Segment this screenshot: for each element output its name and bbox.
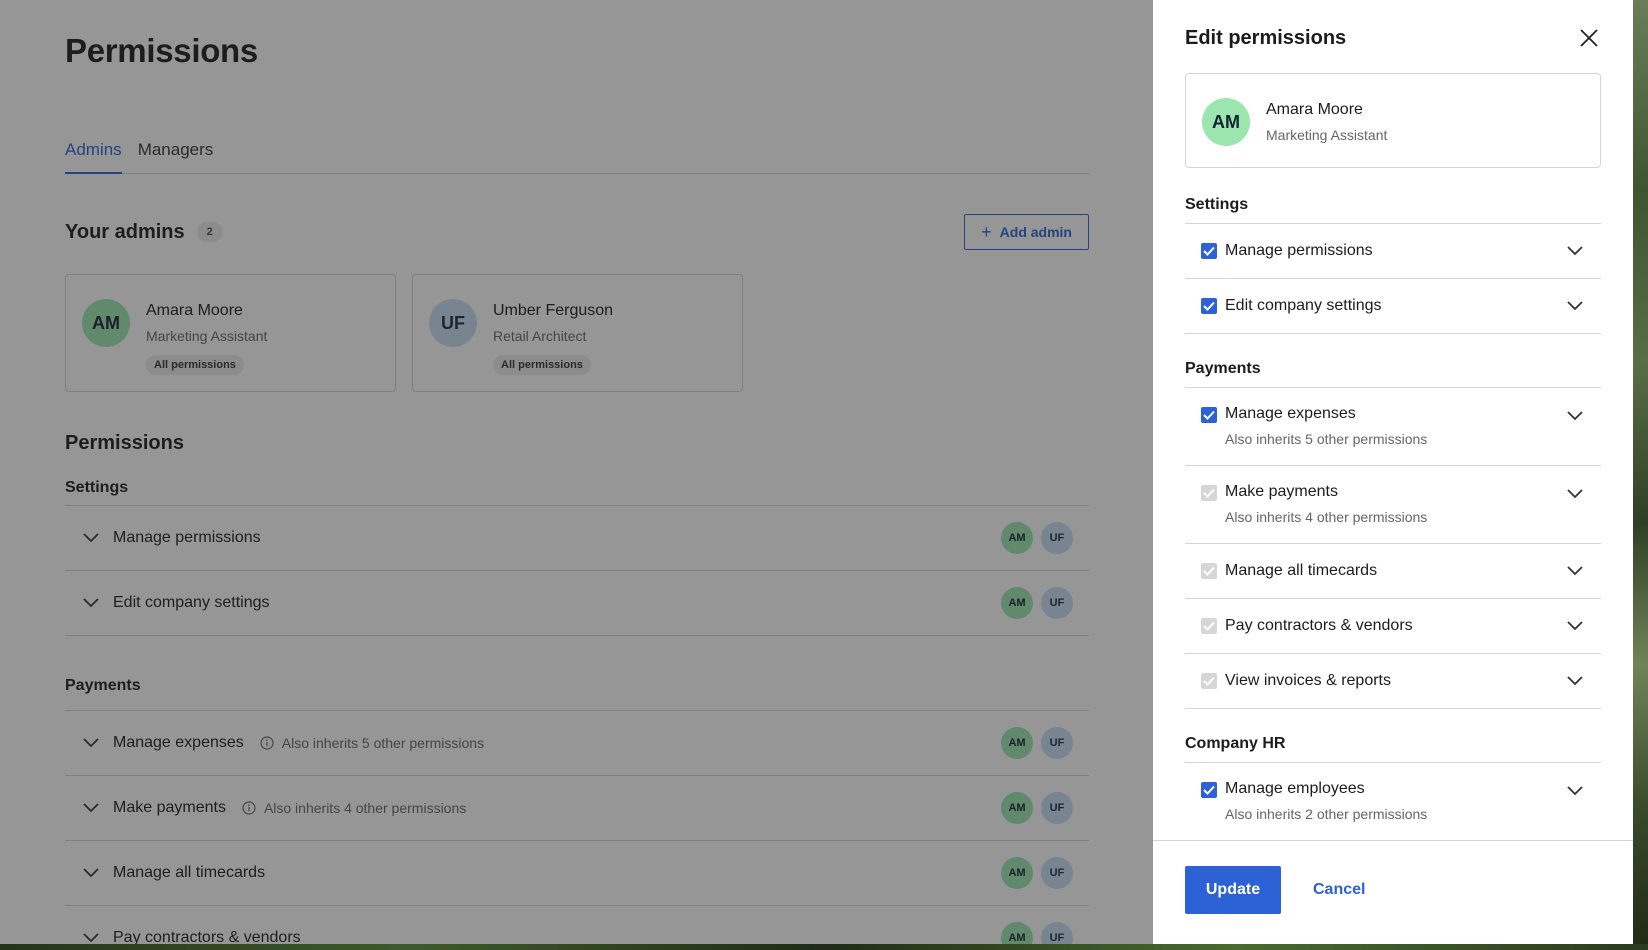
panel-title: Edit permissions <box>1185 27 1347 49</box>
background-image-edge <box>0 944 1648 950</box>
permission-label: View invoices & reports <box>1225 672 1391 689</box>
checkbox-checked[interactable] <box>1201 782 1217 798</box>
permission-option[interactable]: View invoices & reports <box>1185 654 1601 709</box>
edit-permissions-panel: Edit permissions AM Amara Moore Marketin… <box>1153 0 1633 944</box>
close-button[interactable] <box>1577 26 1601 50</box>
avatar: AM <box>1202 98 1250 146</box>
checkbox-checked[interactable] <box>1201 298 1217 314</box>
selected-user-card: AM Amara Moore Marketing Assistant <box>1185 73 1601 168</box>
chevron-down-icon[interactable] <box>1567 486 1583 504</box>
user-name: Amara Moore <box>1266 101 1363 118</box>
inherit-text: Also inherits 5 other permissions <box>1225 431 1428 447</box>
panel-footer: Update Cancel <box>1153 840 1633 944</box>
close-icon <box>1580 29 1598 47</box>
update-button[interactable]: Update <box>1185 866 1281 914</box>
checkbox-checked[interactable] <box>1201 407 1217 423</box>
permission-label: Edit company settings <box>1225 297 1382 314</box>
user-role: Marketing Assistant <box>1266 127 1388 143</box>
permission-option[interactable]: Manage employees Also inherits 2 other p… <box>1185 763 1601 840</box>
permission-option[interactable]: Pay contractors & vendors <box>1185 599 1601 654</box>
checkbox-disabled <box>1201 618 1217 634</box>
checkbox-disabled <box>1201 673 1217 689</box>
cancel-button[interactable]: Cancel <box>1305 866 1373 914</box>
section-heading-payments: Payments <box>1185 350 1601 388</box>
chevron-down-icon[interactable] <box>1567 783 1583 801</box>
section-heading-settings: Settings <box>1185 186 1601 224</box>
permissions-form[interactable]: Settings Manage permissions Edit company… <box>1185 186 1601 840</box>
modal-overlay[interactable] <box>0 0 1153 950</box>
permission-option[interactable]: Manage all timecards <box>1185 544 1601 599</box>
permission-option[interactable]: Make payments Also inherits 4 other perm… <box>1185 466 1601 544</box>
checkbox-disabled <box>1201 485 1217 501</box>
permission-label: Manage permissions <box>1225 242 1373 259</box>
permission-label: Make payments <box>1225 483 1338 500</box>
permission-option[interactable]: Edit company settings <box>1185 279 1601 334</box>
chevron-down-icon[interactable] <box>1567 618 1583 636</box>
checkbox-disabled <box>1201 563 1217 579</box>
permission-label: Manage expenses <box>1225 405 1356 422</box>
permission-option[interactable]: Manage expenses Also inherits 5 other pe… <box>1185 388 1601 466</box>
inherit-text: Also inherits 4 other permissions <box>1225 509 1428 525</box>
inherit-text: Also inherits 2 other permissions <box>1225 806 1428 822</box>
permission-label: Manage employees <box>1225 780 1365 797</box>
permission-label: Pay contractors & vendors <box>1225 617 1413 634</box>
chevron-down-icon[interactable] <box>1567 408 1583 426</box>
permission-label: Manage all timecards <box>1225 562 1378 579</box>
chevron-down-icon[interactable] <box>1567 298 1583 316</box>
chevron-down-icon[interactable] <box>1567 673 1583 691</box>
checkbox-checked[interactable] <box>1201 243 1217 259</box>
permission-option[interactable]: Manage permissions <box>1185 224 1601 279</box>
chevron-down-icon[interactable] <box>1567 243 1583 261</box>
chevron-down-icon[interactable] <box>1567 563 1583 581</box>
section-heading-company-hr: Company HR <box>1185 725 1601 763</box>
